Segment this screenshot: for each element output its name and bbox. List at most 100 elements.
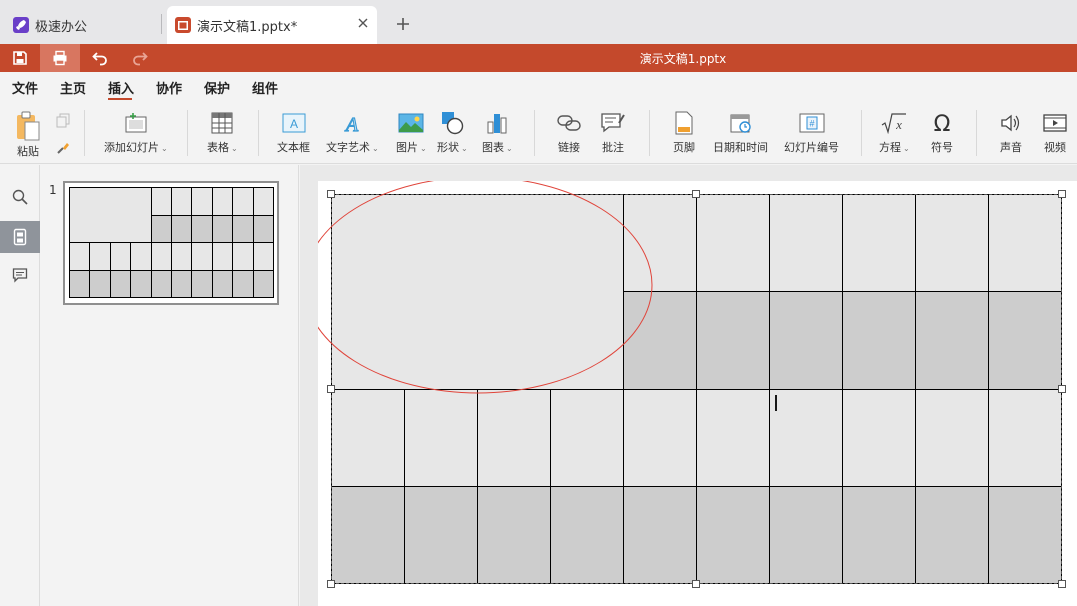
svg-text:A: A [344, 114, 359, 134]
table-cell[interactable] [90, 243, 111, 271]
table-cell[interactable] [110, 270, 132, 298]
svg-text:Ω: Ω [934, 112, 951, 134]
tab-label: 演示文稿1.pptx* [197, 19, 298, 35]
comment-button[interactable]: 批注 [600, 110, 626, 155]
tab-divider [161, 14, 162, 34]
menu-insert[interactable]: 插入 [108, 78, 134, 97]
resize-handle[interactable] [692, 190, 700, 198]
table-cell[interactable] [233, 243, 254, 271]
footer-button[interactable]: 页脚 [671, 110, 697, 155]
wordart-button[interactable]: A 文字艺术 ⌄ [326, 110, 379, 155]
chart-icon [484, 110, 510, 136]
footer-icon [671, 110, 697, 136]
textbox-button[interactable]: A 文本框 [277, 110, 310, 155]
calendar-icon [728, 110, 754, 136]
new-tab-button[interactable] [393, 14, 413, 34]
tab-document[interactable]: 演示文稿1.pptx* [167, 6, 377, 44]
table-cell[interactable] [212, 188, 234, 216]
slide-thumbnail-panel: 1 [41, 165, 299, 606]
table-cell[interactable] [151, 243, 172, 271]
menu-file[interactable]: 文件 [12, 78, 38, 97]
table-cell[interactable] [70, 270, 91, 298]
table-cell[interactable] [131, 270, 152, 298]
comment-icon [12, 268, 28, 283]
table-cell[interactable] [172, 270, 193, 298]
presentation-icon [175, 17, 191, 33]
add-slide-button[interactable]: 添加幻灯片 ⌄ [104, 110, 168, 155]
slide-thumbnail[interactable] [63, 181, 279, 305]
menu-home[interactable]: 主页 [60, 78, 86, 97]
table-cell[interactable] [253, 215, 274, 243]
shape-button[interactable]: 形状 ⌄ [437, 110, 468, 155]
audio-button[interactable]: 声音 [998, 110, 1024, 155]
search-button[interactable] [0, 181, 40, 213]
table-cell[interactable] [233, 215, 254, 243]
table-button[interactable]: 表格 ⌄ [207, 110, 238, 155]
paste-button[interactable]: 粘贴 [14, 110, 42, 159]
table-cell[interactable] [172, 215, 193, 243]
resize-handle[interactable] [692, 580, 700, 588]
table-cell[interactable] [233, 188, 254, 216]
slide-canvas-area [300, 165, 1077, 606]
divider [649, 110, 650, 156]
copy-icon[interactable] [55, 112, 71, 128]
table-icon [209, 110, 235, 136]
table-cell[interactable] [253, 243, 274, 271]
equation-button[interactable]: x 方程 ⌄ [879, 110, 910, 155]
close-icon[interactable] [355, 15, 371, 31]
table-cell[interactable] [110, 243, 132, 271]
tab-app-home[interactable]: 极速办公 [0, 6, 160, 44]
symbol-button[interactable]: Ω 符号 [929, 110, 955, 155]
table-cell[interactable] [151, 270, 172, 298]
table-cell[interactable] [151, 188, 172, 216]
resize-handle[interactable] [1058, 580, 1066, 588]
table-cell[interactable] [131, 243, 152, 271]
link-button[interactable]: 链接 [556, 110, 582, 155]
table-cell[interactable] [192, 188, 213, 216]
table-cell[interactable] [151, 215, 172, 243]
slides-icon [13, 228, 27, 246]
slides-panel-button[interactable] [0, 221, 40, 253]
image-button[interactable]: 图片 ⌄ [396, 110, 427, 155]
table-cell[interactable] [253, 270, 274, 298]
table-cell[interactable] [70, 243, 91, 271]
title-bar: 演示文稿1.pptx [0, 44, 1077, 72]
resize-handle[interactable] [327, 190, 335, 198]
resize-handle[interactable] [327, 580, 335, 588]
slide-canvas[interactable] [318, 181, 1077, 606]
table-cell[interactable] [172, 188, 193, 216]
chart-button[interactable]: 图表 ⌄ [482, 110, 513, 155]
menu-protect[interactable]: 保护 [204, 78, 230, 97]
table-cell-merged[interactable] [70, 188, 152, 243]
datetime-button[interactable]: 日期和时间 [713, 110, 768, 155]
resize-handle[interactable] [1058, 190, 1066, 198]
table-cell[interactable] [192, 270, 213, 298]
table-cell[interactable] [192, 215, 213, 243]
svg-text:x: x [895, 117, 902, 132]
table-cell[interactable] [212, 270, 234, 298]
resize-handle[interactable] [1058, 385, 1066, 393]
table-cell[interactable] [212, 215, 234, 243]
divider [258, 110, 259, 156]
table-cell[interactable] [233, 270, 254, 298]
ribbon-toolbar: 粘贴 添加幻灯片 ⌄ 表格 ⌄ A 文本框 A 文字艺术 ⌄ 图片 ⌄ 形状 ⌄… [0, 100, 1077, 164]
table-cell[interactable] [172, 243, 193, 271]
comments-panel-button[interactable] [0, 259, 40, 291]
divider [84, 110, 85, 156]
slide-number-button[interactable]: # 幻灯片编号 [784, 110, 839, 155]
comment-icon [600, 110, 626, 136]
menu-collaborate[interactable]: 协作 [156, 78, 182, 97]
video-button[interactable]: 视频 [1042, 110, 1068, 155]
table-cell[interactable] [212, 243, 234, 271]
menu-components[interactable]: 组件 [252, 78, 278, 97]
left-rail [0, 165, 40, 606]
table-cell[interactable] [192, 243, 213, 271]
menu-bar: 文件 主页 插入 协作 保护 组件 [0, 72, 1077, 100]
resize-handle[interactable] [327, 385, 335, 393]
table-cell[interactable] [253, 188, 274, 216]
table-cell[interactable] [90, 270, 111, 298]
ellipse-shape[interactable] [318, 181, 1077, 606]
format-painter-icon[interactable] [55, 140, 71, 156]
paste-icon [14, 110, 42, 142]
wordart-icon: A [339, 110, 365, 136]
